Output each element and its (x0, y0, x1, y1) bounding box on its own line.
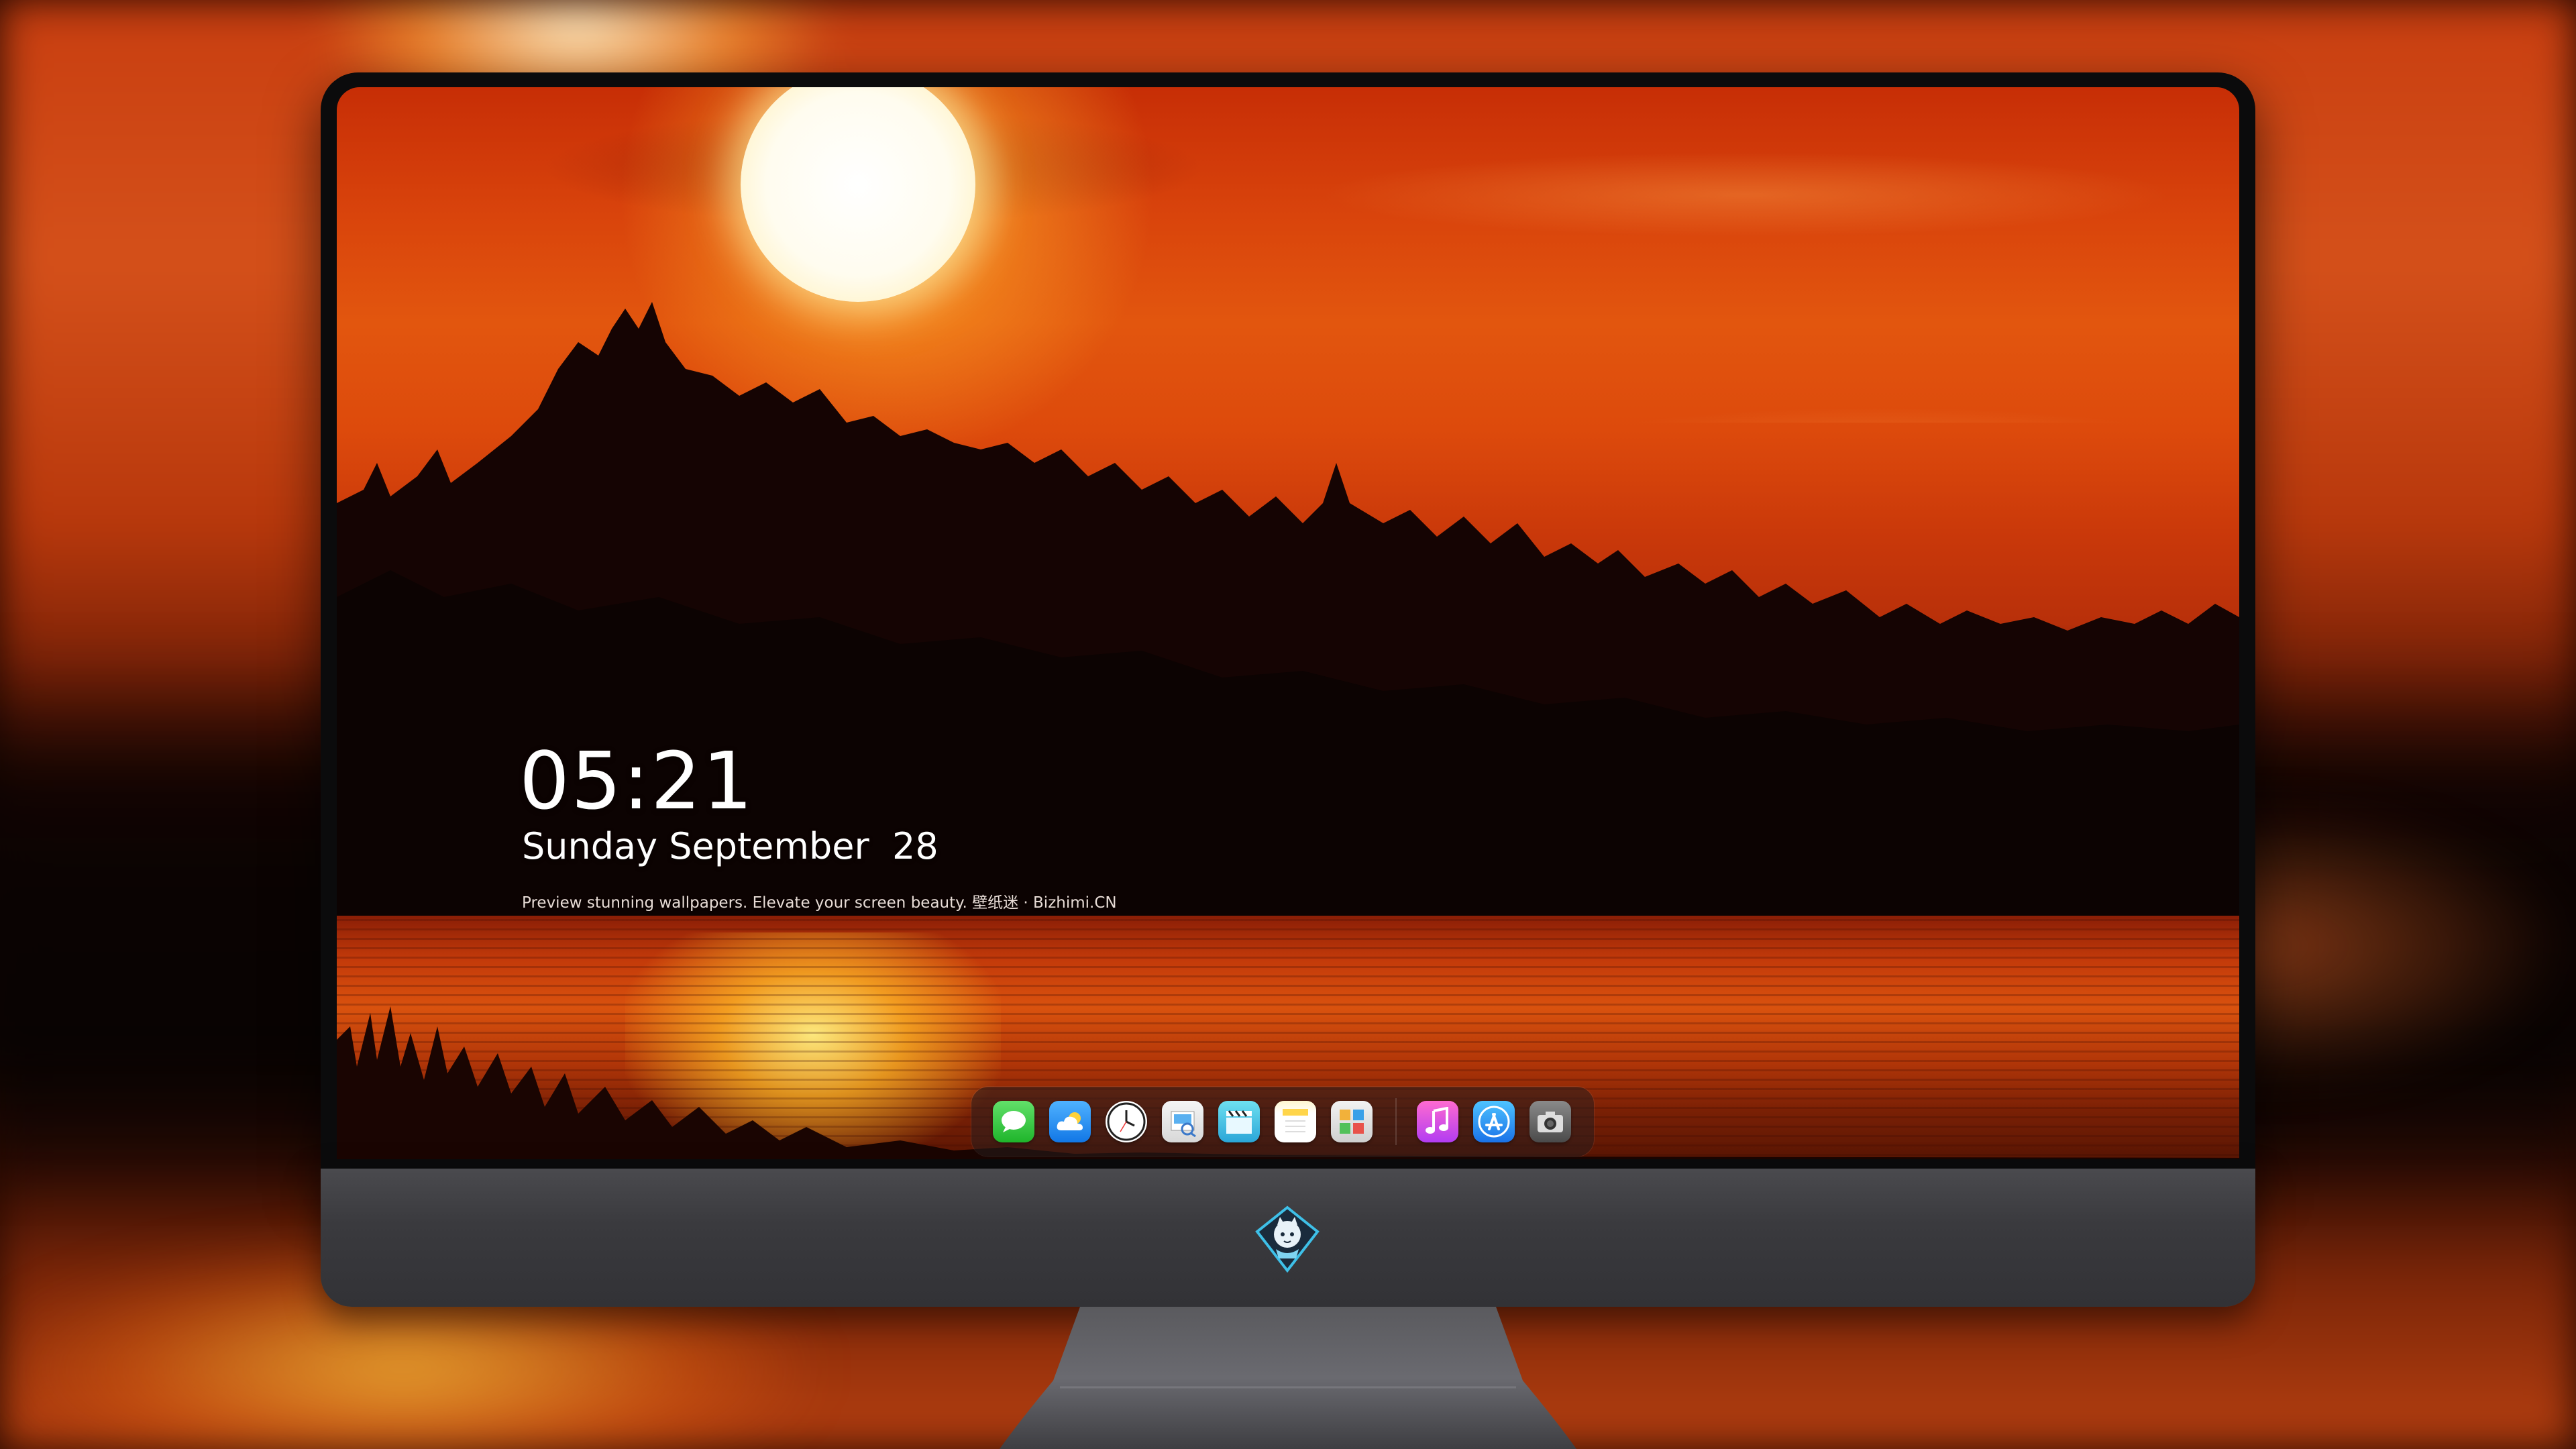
monitor-screen: 05:21 Sunday September 28 Preview stunni… (337, 87, 2239, 1159)
speech-bubble-icon[interactable] (993, 1101, 1034, 1142)
notes-icon[interactable] (1275, 1101, 1316, 1142)
brand-logo-icon (1255, 1205, 1320, 1273)
music-note-icon[interactable] (1417, 1101, 1458, 1142)
wallpaper-caption: Preview stunning wallpapers. Elevate you… (522, 894, 1117, 912)
monitor-frame: 05:21 Sunday September 28 Preview stunni… (321, 72, 2255, 1173)
clock-icon[interactable] (1106, 1101, 1147, 1142)
lockscreen-time: 05:21 (519, 735, 755, 827)
monitor-stand (1000, 1307, 1576, 1449)
lockscreen-date: Sunday September 28 (522, 825, 938, 867)
camera-icon[interactable] (1529, 1101, 1571, 1142)
monitor-chin (321, 1169, 2255, 1307)
dock (971, 1087, 1594, 1157)
app-store-icon[interactable] (1473, 1101, 1515, 1142)
photo-booth-icon[interactable] (1331, 1101, 1373, 1142)
preview-icon[interactable] (1162, 1101, 1203, 1142)
clapperboard-icon[interactable] (1218, 1101, 1260, 1142)
cloud-icon[interactable] (1049, 1101, 1091, 1142)
dock-divider (1395, 1098, 1397, 1145)
